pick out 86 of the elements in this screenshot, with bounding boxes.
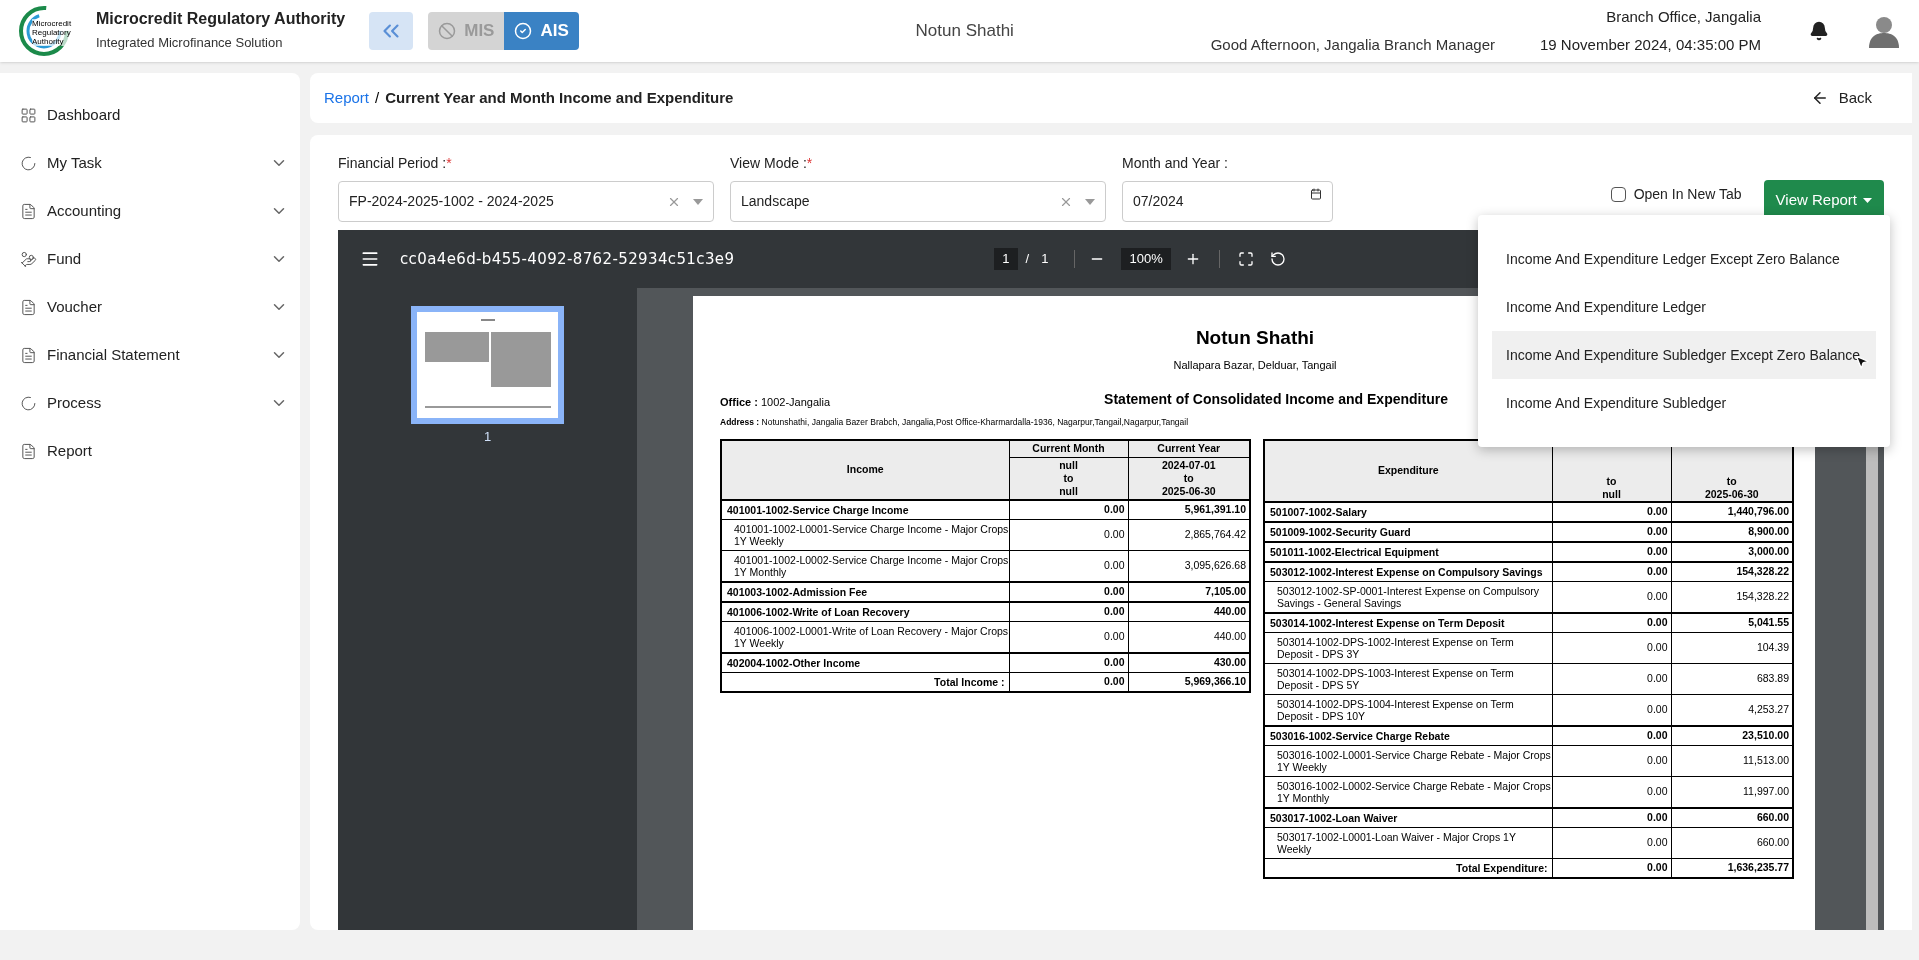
expenditure-account: 503014-1002-Interest Expense on Term Deposit (1264, 612, 1552, 633)
document-icon (20, 442, 37, 460)
caret-icon (1863, 197, 1872, 203)
date-time: 19 November 2024, 04:35:00 PM (1540, 35, 1761, 55)
checkbox[interactable] (1610, 186, 1626, 202)
check-circle-icon (514, 22, 533, 40)
amount: 0.00 (1552, 827, 1671, 859)
amount: 0.00 (1009, 500, 1128, 520)
page-number-field[interactable]: 1 (994, 248, 1018, 270)
checkbox-label: Open In New Tab (1633, 184, 1742, 204)
caret-icon[interactable] (693, 198, 703, 205)
document-icon (20, 202, 37, 220)
field-label: Month and Year : (1122, 154, 1229, 173)
back-button[interactable]: Back (1810, 86, 1872, 110)
amount: 0.00 (1552, 725, 1671, 746)
document-title: Notun Shathi (1195, 326, 1315, 350)
ban-icon (438, 22, 457, 40)
income-account: 401001-1002-L0001-Service Charge Income - Major Crops 1Y Weekly (721, 519, 1009, 551)
sidebar-item[interactable]: Accounting (0, 187, 300, 235)
fit-page-icon[interactable] (1237, 251, 1254, 267)
page-title: Current Year and Month Income and Expenditure (385, 87, 734, 108)
document-icon (20, 298, 37, 316)
address-info: Address : Notunshathi, Jangalia Bazer Brabch, Jangalia,Post Office-Kharmardalla-1936, Nagarpur,Tangail,Nagarpur,Tangail (720, 416, 1190, 429)
expenditure-account: 503012-1002-Interest Expense on Compulsory Savings (1264, 561, 1552, 582)
calendar-icon[interactable] (1310, 188, 1322, 200)
mode-toggle[interactable]: AIS (504, 12, 579, 50)
menu-item[interactable]: Income And Expenditure Subledger Except Zero Balance (1492, 331, 1876, 379)
expenditure-account: 503014-1002-DPS-1002-Interest Expense on Term Deposit - DPS 3Y (1264, 632, 1552, 664)
select-field[interactable]: FP-2024-2025-1002 - 2024-2025 (338, 181, 714, 222)
expenditure-account: 503017-1002-Loan Waiver (1264, 807, 1552, 828)
expenditure-account: 503017-1002-L0001-Loan Waiver - Major Crops 1Y Weekly (1264, 827, 1552, 859)
income-account: 401001-1002-Service Charge Income (721, 500, 1009, 520)
caret-icon[interactable] (1085, 198, 1095, 205)
amount: 0.00 (1552, 561, 1671, 582)
thumbnail-label: 1 (483, 428, 492, 446)
office-info: Office : 1002-Jangalia (720, 394, 831, 410)
expenditure-account: 503016-1002-L0001-Service Charge Rebate - Major Crops 1Y Weekly (1264, 745, 1552, 777)
page-count: 1 (1041, 250, 1049, 269)
organization-name: Microcredit Regulatory Authority (96, 9, 346, 30)
greeting: Good Afternoon, Jangalia Branch Manager (1210, 35, 1495, 55)
hand-icon (20, 250, 37, 268)
expenditure-account: 503016-1002-Service Charge Rebate (1264, 725, 1552, 746)
zoom-field[interactable]: 100% (1121, 248, 1171, 270)
sidebar-item[interactable]: Voucher (0, 283, 300, 331)
breadcrumb-link[interactable]: Report (324, 86, 370, 110)
menu-icon[interactable] (360, 249, 380, 269)
user-avatar-icon[interactable] (1867, 14, 1901, 48)
branch-title: Notun Shathi (915, 20, 1014, 43)
organization-subtitle: Integrated Microfinance Solution (96, 34, 284, 53)
amount: 0.00 (1552, 632, 1671, 664)
notification-bell-icon[interactable] (1809, 21, 1829, 41)
amount: 0.00 (1552, 807, 1671, 828)
income-account: 402004-1002-Other Income (721, 653, 1009, 673)
page-separator: / (1025, 250, 1030, 269)
collapse-button[interactable] (369, 12, 414, 50)
menu-item[interactable]: Income And Expenditure Subledger (1492, 379, 1876, 427)
amount: 0.00 (1009, 602, 1128, 622)
menu-item[interactable]: Income And Expenditure Ledger (1492, 283, 1876, 331)
sidebar-item[interactable]: Report (0, 427, 300, 475)
column-header: Current Month (1009, 439, 1128, 458)
sidebar-item[interactable]: Dashboard (0, 91, 300, 139)
amount: 0.00 (1552, 745, 1671, 777)
document-icon (20, 346, 37, 364)
sidebar-item[interactable]: Financial Statement (0, 331, 300, 379)
expenditure-account: 503014-1002-DPS-1003-Interest Expense on Term Deposit - DPS 5Y (1264, 663, 1552, 695)
field-label: View Mode :* (730, 154, 814, 173)
branch-office: Branch Office, Jangalia (1606, 6, 1761, 27)
page-thumbnail[interactable] (411, 306, 564, 424)
amount: 0.00 (1552, 663, 1671, 695)
sidebar-item[interactable]: Fund (0, 235, 300, 283)
document-address: Nallapara Bazar, Delduar, Tangail (1173, 357, 1337, 373)
sidebar-item[interactable]: My Task (0, 139, 300, 187)
income-account: 401006-1002-Write of Loan Recovery (721, 602, 1009, 622)
amount: 0.00 (1552, 612, 1671, 633)
statement-title: Statement of Consolidated Income and Expenditure (1104, 390, 1448, 409)
grid-icon (20, 106, 37, 124)
menu-item[interactable]: Income And Expenditure Ledger Except Zero Balance (1492, 235, 1876, 283)
select-field[interactable]: Landscape (730, 181, 1106, 222)
file-name: cc0a4e6d-b455-4092-8762-52934c51c3e9 (400, 248, 735, 270)
sidebar-item[interactable]: Process (0, 379, 300, 427)
amount: 0.00 (1009, 519, 1128, 551)
field-label: Financial Period :* (338, 154, 453, 173)
amount: 0.00 (1009, 653, 1128, 673)
breadcrumb-separator: / (375, 87, 380, 108)
rotate-icon[interactable] (1269, 251, 1286, 267)
date-field[interactable]: 07/2024 (1122, 181, 1333, 222)
